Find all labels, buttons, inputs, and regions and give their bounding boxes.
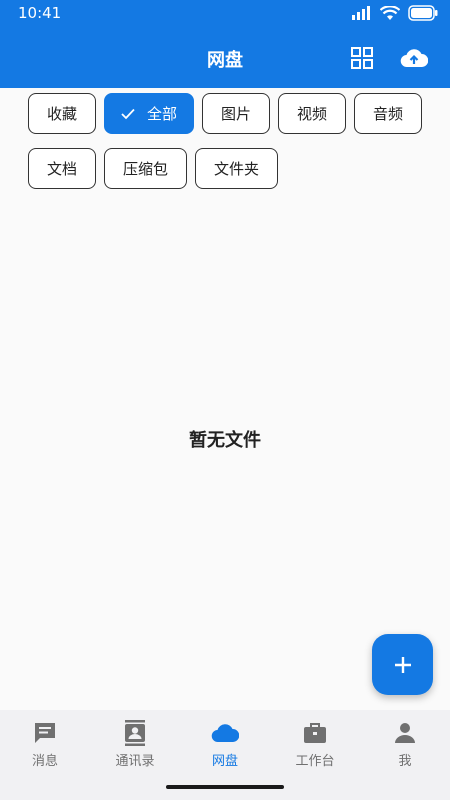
person-icon [394,720,416,746]
chip-label: 图片 [220,105,251,123]
wifi-icon [380,5,400,20]
filter-chip-documents[interactable]: 文档 [28,148,96,189]
battery-icon [408,5,438,21]
upload-button[interactable] [400,44,428,72]
grid-view-button[interactable] [348,44,376,72]
chip-label: 视频 [296,105,327,123]
nav-item-cloud-drive[interactable]: 网盘 [180,710,270,780]
status-icons [352,4,438,22]
signal-icon [352,6,370,20]
cloud-icon [211,720,239,746]
check-icon [121,108,135,120]
grid-view-icon [351,47,373,69]
nav-item-me[interactable]: 我 [360,710,450,780]
chip-label: 全部 [146,105,177,123]
briefcase-icon [303,720,327,746]
chip-label: 音频 [372,105,403,123]
cloud-upload-icon [400,49,428,68]
chip-label: 压缩包 [122,160,168,178]
add-file-button[interactable] [372,634,433,695]
chip-label: 文件夹 [213,160,259,178]
nav-label: 通讯录 [115,754,155,769]
filter-row-1: 收藏 全部 图片 视频 音频 [28,93,422,134]
nav-label: 工作台 [295,754,335,769]
status-time: 10:41 [18,4,62,22]
filter-chip-videos[interactable]: 视频 [278,93,346,134]
screen: 10:41 网盘 收藏 全部 图片 视频 音频 文档 压缩包 文件夹 暂无文件 … [0,0,450,800]
app-header: 10:41 网盘 [0,0,450,88]
contacts-icon [123,720,147,746]
filter-chip-favorites[interactable]: 收藏 [28,93,96,134]
nav-item-contacts[interactable]: 通讯录 [90,710,180,780]
filter-chip-all[interactable]: 全部 [104,93,194,134]
page-title: 网盘 [207,50,243,71]
nav-label: 网盘 [211,754,238,769]
nav-item-messages[interactable]: 消息 [0,710,90,780]
empty-state-text: 暂无文件 [189,430,261,451]
filter-row-2: 文档 压缩包 文件夹 [28,148,278,189]
chip-label: 文档 [46,160,77,178]
nav-item-workbench[interactable]: 工作台 [270,710,360,780]
chip-label: 收藏 [46,105,77,123]
nav-label: 消息 [31,754,58,769]
filter-chip-audio[interactable]: 音频 [354,93,422,134]
message-icon [33,720,57,746]
plus-icon [394,656,411,673]
home-indicator [166,785,284,789]
nav-label: 我 [398,754,412,769]
filter-chip-archives[interactable]: 压缩包 [104,148,187,189]
filter-chip-images[interactable]: 图片 [202,93,270,134]
filter-chip-folders[interactable]: 文件夹 [195,148,278,189]
